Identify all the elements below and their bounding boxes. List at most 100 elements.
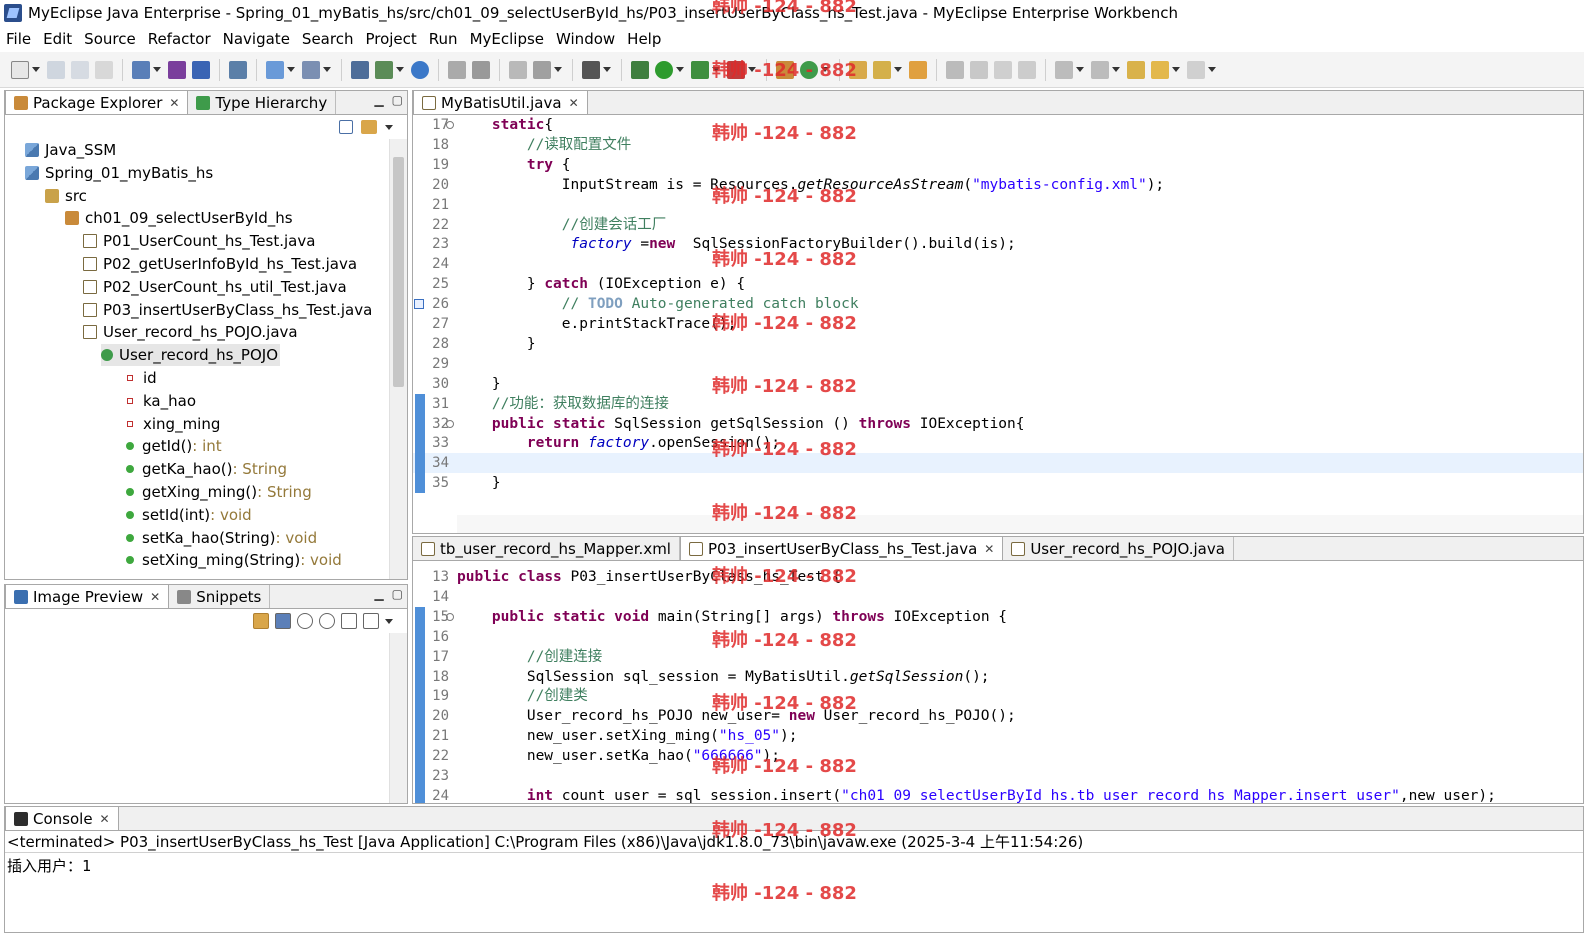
maximize-icon[interactable]: ▢	[392, 93, 403, 107]
tree-item[interactable]: getXing_ming() : String	[123, 481, 312, 503]
code-line[interactable]: 21	[413, 195, 1583, 215]
fold-toggle-icon[interactable]	[446, 612, 454, 621]
new-web-project-icon[interactable]	[132, 60, 150, 79]
code-line[interactable]: 35 }	[413, 473, 1583, 494]
save-icon[interactable]	[47, 60, 65, 79]
preview-scrollbar[interactable]	[389, 633, 407, 803]
code-line[interactable]: 23 factory =new SqlSessionFactoryBuilder…	[413, 234, 1583, 254]
server-icon[interactable]	[229, 60, 247, 79]
code-line[interactable]: 24	[413, 254, 1583, 274]
tab-console[interactable]: Console ✕	[5, 806, 119, 830]
tree-item[interactable]: getKa_hao() : String	[123, 458, 287, 480]
open-perspective-icon[interactable]	[472, 60, 490, 79]
scrollbar-thumb[interactable]	[393, 157, 404, 387]
print-icon[interactable]	[95, 60, 113, 79]
view-menu-icon[interactable]	[385, 124, 393, 130]
spring-icon[interactable]	[533, 60, 551, 79]
code-line[interactable]: 22 //创建会话工厂	[413, 215, 1583, 235]
code-line[interactable]: 23	[413, 766, 1583, 786]
open-folder-icon[interactable]	[909, 60, 927, 79]
stop-server-icon[interactable]	[727, 60, 745, 79]
link-icon[interactable]	[253, 613, 269, 629]
web-service-icon[interactable]	[448, 60, 466, 79]
browser-icon[interactable]	[411, 60, 429, 79]
hibernate-icon[interactable]	[509, 60, 527, 79]
tree-item[interactable]: xing_ming	[123, 413, 220, 435]
menu-search[interactable]: Search	[296, 26, 360, 52]
open-type-dropdown-icon[interactable]	[287, 67, 295, 72]
code-line[interactable]: 18 //读取配置文件	[413, 135, 1583, 155]
run-icon[interactable]	[655, 60, 673, 79]
code-line[interactable]: 20 InputStream is = Resources.getResourc…	[413, 175, 1583, 195]
tab-p03-java[interactable]: P03_insertUserByClass_hs_Test.java ✕	[679, 536, 1004, 560]
tree-item[interactable]: P02_UserCount_hs_util_Test.java	[83, 276, 347, 298]
code-line[interactable]: 20 User_record_hs_POJO new_user= new Use…	[413, 706, 1583, 727]
code-line[interactable]: 17 //创建连接	[413, 646, 1583, 667]
new-icon[interactable]	[11, 60, 29, 79]
close-icon[interactable]: ✕	[150, 590, 160, 604]
next-annotation-icon[interactable]	[1055, 60, 1073, 79]
back-dropdown-icon[interactable]	[1172, 67, 1180, 72]
web-dropdown-icon[interactable]	[153, 67, 161, 72]
tree-item[interactable]: P01_UserCount_hs_Test.java	[83, 230, 315, 252]
tree-item[interactable]: setKa_hao(String) : void	[123, 527, 317, 549]
toggle-highlight-icon[interactable]	[970, 60, 988, 79]
forward-icon[interactable]	[1187, 60, 1205, 79]
stop-dropdown-icon[interactable]	[748, 67, 756, 72]
tab-mybatisutil-java[interactable]: MyBatisUtil.java ✕	[413, 90, 588, 114]
menu-help[interactable]: Help	[621, 26, 667, 52]
run-external-icon[interactable]	[375, 60, 393, 79]
ejb-icon[interactable]	[168, 60, 186, 79]
tab-pojo-java[interactable]: User_record_hs_POJO.java	[1003, 537, 1234, 560]
package-tree-scrollbar[interactable]	[389, 139, 407, 579]
tree-item[interactable]: P02_getUserInfoById_hs_Test.java	[83, 253, 357, 275]
code-line[interactable]: 33 return factory.openSession();	[413, 433, 1583, 454]
task-dropdown-icon[interactable]	[894, 67, 902, 72]
run-dropdown-icon[interactable]	[676, 67, 684, 72]
new-class-dropdown-icon[interactable]	[821, 67, 829, 72]
open-type-icon[interactable]	[266, 60, 284, 79]
search-icon[interactable]	[302, 60, 320, 79]
fit-window-icon[interactable]	[363, 613, 379, 629]
new-dropdown-icon[interactable]	[32, 67, 40, 72]
close-icon[interactable]: ✕	[984, 542, 994, 556]
actual-size-icon[interactable]	[341, 613, 357, 629]
tree-item[interactable]: id	[123, 367, 157, 389]
tree-item[interactable]: P03_insertUserByClass_hs_Test.java	[83, 299, 372, 321]
menu-window[interactable]: Window	[550, 26, 621, 52]
zoom-in-icon[interactable]	[319, 613, 335, 629]
close-icon[interactable]: ✕	[569, 96, 579, 110]
horizontal-scrollbar[interactable]	[457, 515, 1583, 533]
code-line[interactable]: 15 public static void main(String[] args…	[413, 606, 1583, 627]
code-line[interactable]: 34	[413, 453, 1583, 474]
show-whitespace-icon[interactable]	[994, 60, 1012, 79]
code-area[interactable]: 17 static{18 //读取配置文件 19 try {20 InputStr…	[413, 115, 1583, 533]
code-line[interactable]: 14	[413, 587, 1583, 607]
previous-annotation-icon[interactable]	[1091, 60, 1109, 79]
minimize-icon[interactable]: ▁	[374, 93, 383, 107]
code-line[interactable]: 31 //功能：获取数据库的连接	[413, 393, 1583, 414]
tree-item[interactable]: User_record_hs_POJO	[101, 344, 281, 367]
tree-item[interactable]: User_record_hs_POJO.java	[83, 321, 298, 343]
tree-item[interactable]: ch01_09_selectUserById_hs	[65, 207, 293, 229]
tree-item[interactable]: Spring_01_myBatis_hs	[25, 162, 213, 184]
new-package-icon[interactable]	[776, 60, 794, 79]
deploy-icon[interactable]	[192, 60, 210, 79]
menu-edit[interactable]: Edit	[37, 26, 78, 52]
code-line[interactable]: 13 public class P03_insertUserByClass_hs_…	[413, 567, 1583, 587]
toggle-mark-icon[interactable]	[946, 60, 964, 79]
close-icon[interactable]: ✕	[169, 96, 179, 110]
menu-source[interactable]: Source	[78, 26, 142, 52]
maximize-icon[interactable]: ▢	[392, 587, 403, 601]
code-line[interactable]: 28 }	[413, 334, 1583, 354]
open-type-hierarchy-icon[interactable]	[849, 60, 867, 79]
code-line[interactable]: 19 //创建类	[413, 686, 1583, 707]
code-line[interactable]: 24 int count_user = sql_session.insert("…	[413, 785, 1583, 803]
fit-image-icon[interactable]	[275, 613, 291, 629]
tree-item[interactable]: setId(int) : void	[123, 504, 252, 526]
menu-navigate[interactable]: Navigate	[217, 26, 296, 52]
tab-image-preview[interactable]: Image Preview ✕	[5, 584, 170, 608]
fold-toggle-icon[interactable]	[446, 121, 454, 129]
new-class-icon[interactable]	[800, 60, 818, 79]
camera-dropdown-icon[interactable]	[603, 67, 611, 72]
